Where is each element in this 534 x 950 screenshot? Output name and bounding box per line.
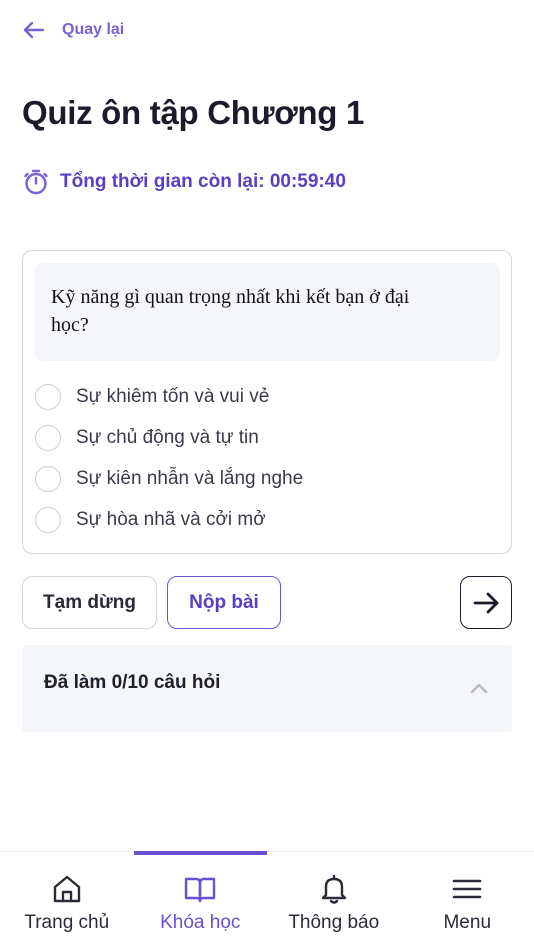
stopwatch-icon: [24, 169, 48, 195]
book-icon: [185, 877, 216, 903]
radio-button[interactable]: [35, 465, 61, 492]
bottom-nav: Trang chủ Khóa học Thông báo Menu: [0, 851, 534, 950]
progress-panel[interactable]: Đã làm 0/10 câu hỏi: [22, 645, 512, 732]
menu-icon: [452, 879, 482, 899]
back-link[interactable]: Quay lại: [22, 18, 124, 42]
home-icon: [53, 875, 80, 903]
nav-label: Trang chủ: [24, 912, 110, 933]
answer-option[interactable]: Sự chủ động và tự tin: [35, 417, 303, 458]
timer-text: Tổng thời gian còn lại: 00:59:40: [60, 171, 346, 192]
nav-label: Menu: [443, 912, 492, 933]
answer-option-label: Sự kiên nhẫn và lắng nghe: [76, 467, 304, 489]
arrow-left-icon: [23, 21, 45, 39]
chevron-up-icon[interactable]: [468, 678, 490, 700]
nav-label: Khóa học: [160, 912, 241, 933]
question-box: Kỹ năng gì quan trọng nhất khi kết bạn ở…: [35, 263, 500, 361]
nav-item-home[interactable]: Trang chủ: [0, 852, 134, 950]
answer-options: Sự khiêm tốn và vui vẻ Sự chủ động và tự…: [35, 376, 303, 540]
active-tab-indicator: [133, 851, 267, 855]
answer-option-label: Sự chủ động và tự tin: [76, 426, 259, 448]
answer-option-label: Sự hòa nhã và cởi mở: [76, 508, 266, 530]
radio-button[interactable]: [35, 506, 61, 533]
question-text: Kỹ năng gì quan trọng nhất khi kết bạn ở…: [51, 286, 410, 336]
answer-option-label: Sự khiêm tốn và vui vẻ: [76, 385, 270, 407]
bell-icon: [321, 874, 346, 904]
nav-item-courses[interactable]: Khóa học: [133, 851, 267, 950]
answer-option[interactable]: Sự khiêm tốn và vui vẻ: [35, 376, 303, 417]
nav-item-menu[interactable]: Menu: [401, 852, 534, 950]
nav-label: Thông báo: [288, 912, 380, 933]
question-card: Kỹ năng gì quan trọng nhất khi kết bạn ở…: [22, 250, 512, 554]
next-question-button[interactable]: [460, 576, 512, 629]
back-label: Quay lại: [62, 21, 125, 38]
pause-button[interactable]: Tạm dừng: [22, 576, 157, 629]
submit-button[interactable]: Nộp bài: [167, 576, 281, 629]
timer: Tổng thời gian còn lại: 00:59:40: [22, 168, 346, 196]
radio-button[interactable]: [35, 424, 61, 451]
page-title: Quiz ôn tập Chương 1: [22, 94, 364, 131]
answer-option[interactable]: Sự hòa nhã và cởi mở: [35, 499, 303, 540]
answer-option[interactable]: Sự kiên nhẫn và lắng nghe: [35, 458, 303, 499]
radio-button[interactable]: [35, 383, 61, 410]
nav-item-notifications[interactable]: Thông báo: [267, 852, 401, 950]
arrow-right-icon: [473, 592, 499, 613]
progress-text: Đã làm 0/10 câu hỏi: [44, 671, 221, 693]
